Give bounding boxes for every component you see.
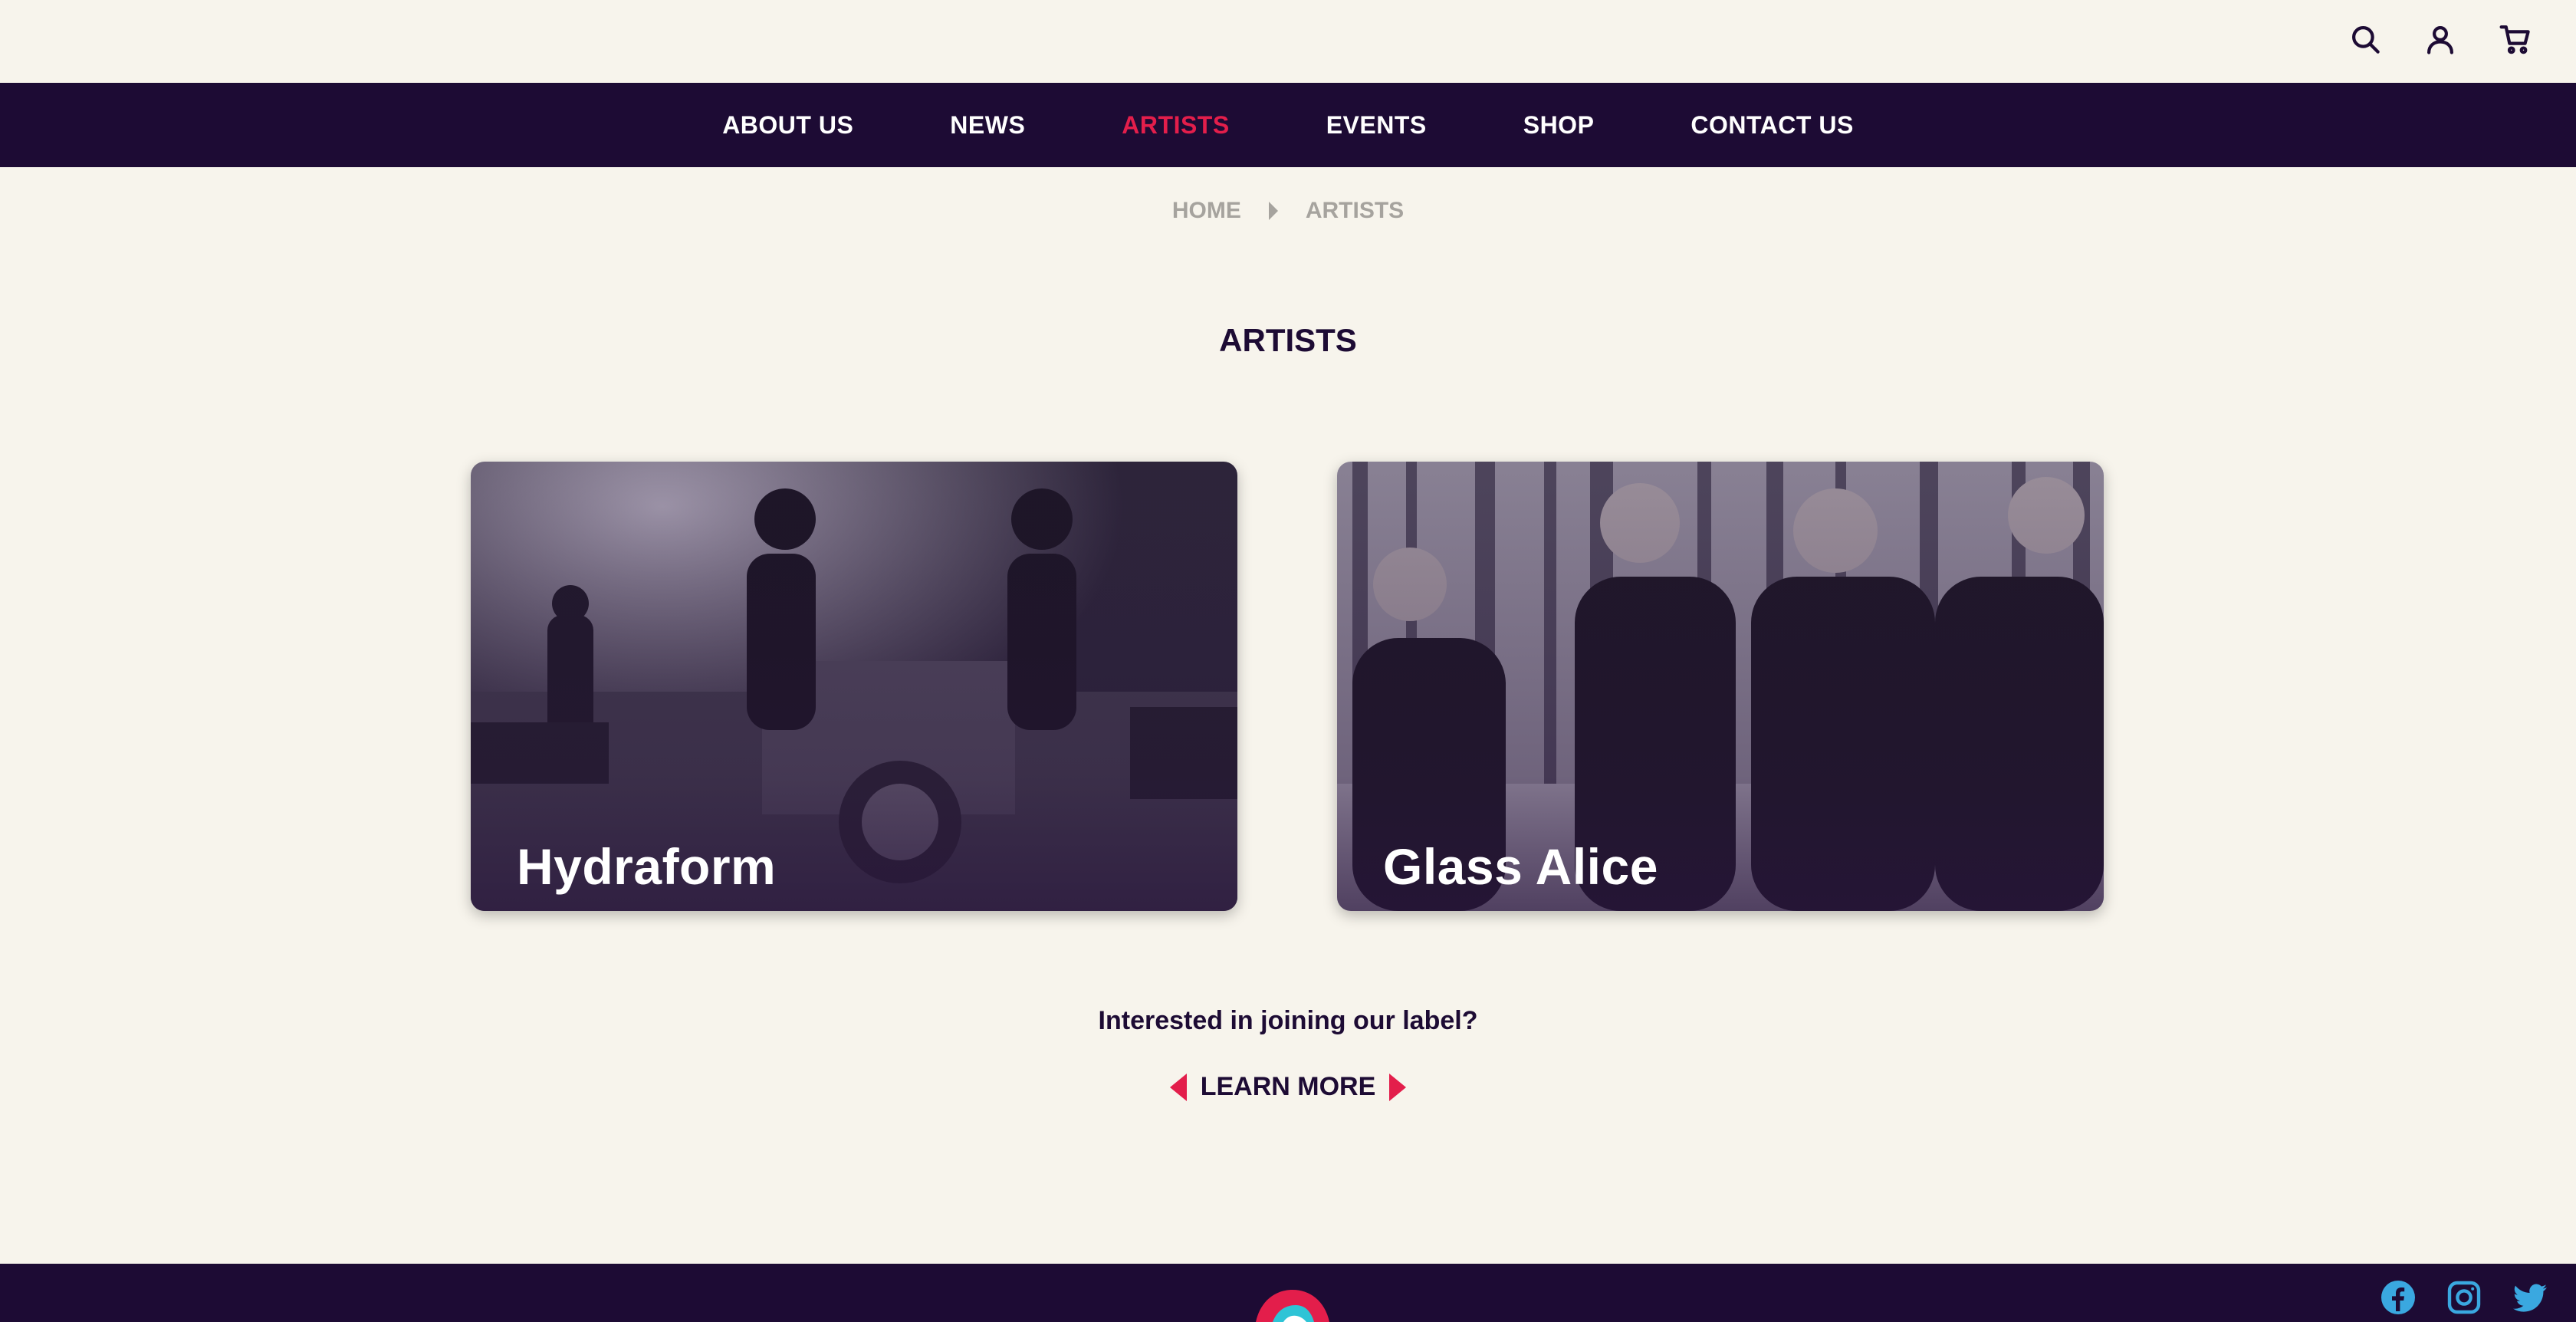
chevron-right-icon — [1268, 202, 1278, 220]
learn-more-link[interactable]: LEARN MORE — [0, 1072, 2576, 1102]
artist-grid: Hydraform Glass Alice — [471, 462, 2104, 911]
artist-name: Hydraform — [517, 838, 777, 895]
cart-icon[interactable] — [2498, 21, 2533, 57]
nav-about-us[interactable]: ABOUT US — [722, 111, 853, 140]
search-icon[interactable] — [2348, 21, 2383, 57]
main-nav: ABOUT US NEWS ARTISTS EVENTS SHOP CONTAC… — [0, 83, 2576, 167]
nav-events[interactable]: EVENTS — [1326, 111, 1427, 140]
facebook-icon[interactable] — [2380, 1279, 2417, 1316]
top-bar — [0, 0, 2576, 83]
social-links — [2380, 1279, 2548, 1316]
learn-more-label: LEARN MORE — [1200, 1072, 1376, 1101]
join-label-question: Interested in joining our label? — [1098, 1006, 1478, 1035]
instagram-icon[interactable] — [2446, 1279, 2482, 1316]
twitter-icon[interactable] — [2512, 1279, 2548, 1316]
breadcrumb-home[interactable]: HOME — [1172, 198, 1241, 224]
nav-shop[interactable]: SHOP — [1523, 111, 1595, 140]
nav-contact-us[interactable]: CONTACT US — [1691, 111, 1853, 140]
arrow-left-icon — [1169, 1073, 1187, 1101]
breadcrumb: HOME ARTISTS — [0, 198, 2576, 224]
footer — [0, 1264, 2576, 1322]
page-title: ARTISTS — [1219, 322, 1357, 358]
nav-artists[interactable]: ARTISTS — [1122, 111, 1229, 140]
header-icons — [2348, 21, 2533, 57]
user-icon[interactable] — [2423, 21, 2458, 57]
artist-card-hydraform[interactable]: Hydraform — [471, 462, 1237, 911]
arrow-right-icon — [1389, 1073, 1407, 1101]
breadcrumb-current: ARTISTS — [1305, 198, 1405, 223]
artist-card-glass-alice[interactable]: Glass Alice — [1337, 462, 2104, 911]
lips-logo-icon — [1256, 1290, 1329, 1322]
nav-news[interactable]: NEWS — [950, 111, 1025, 140]
artist-name: Glass Alice — [1383, 838, 1658, 895]
